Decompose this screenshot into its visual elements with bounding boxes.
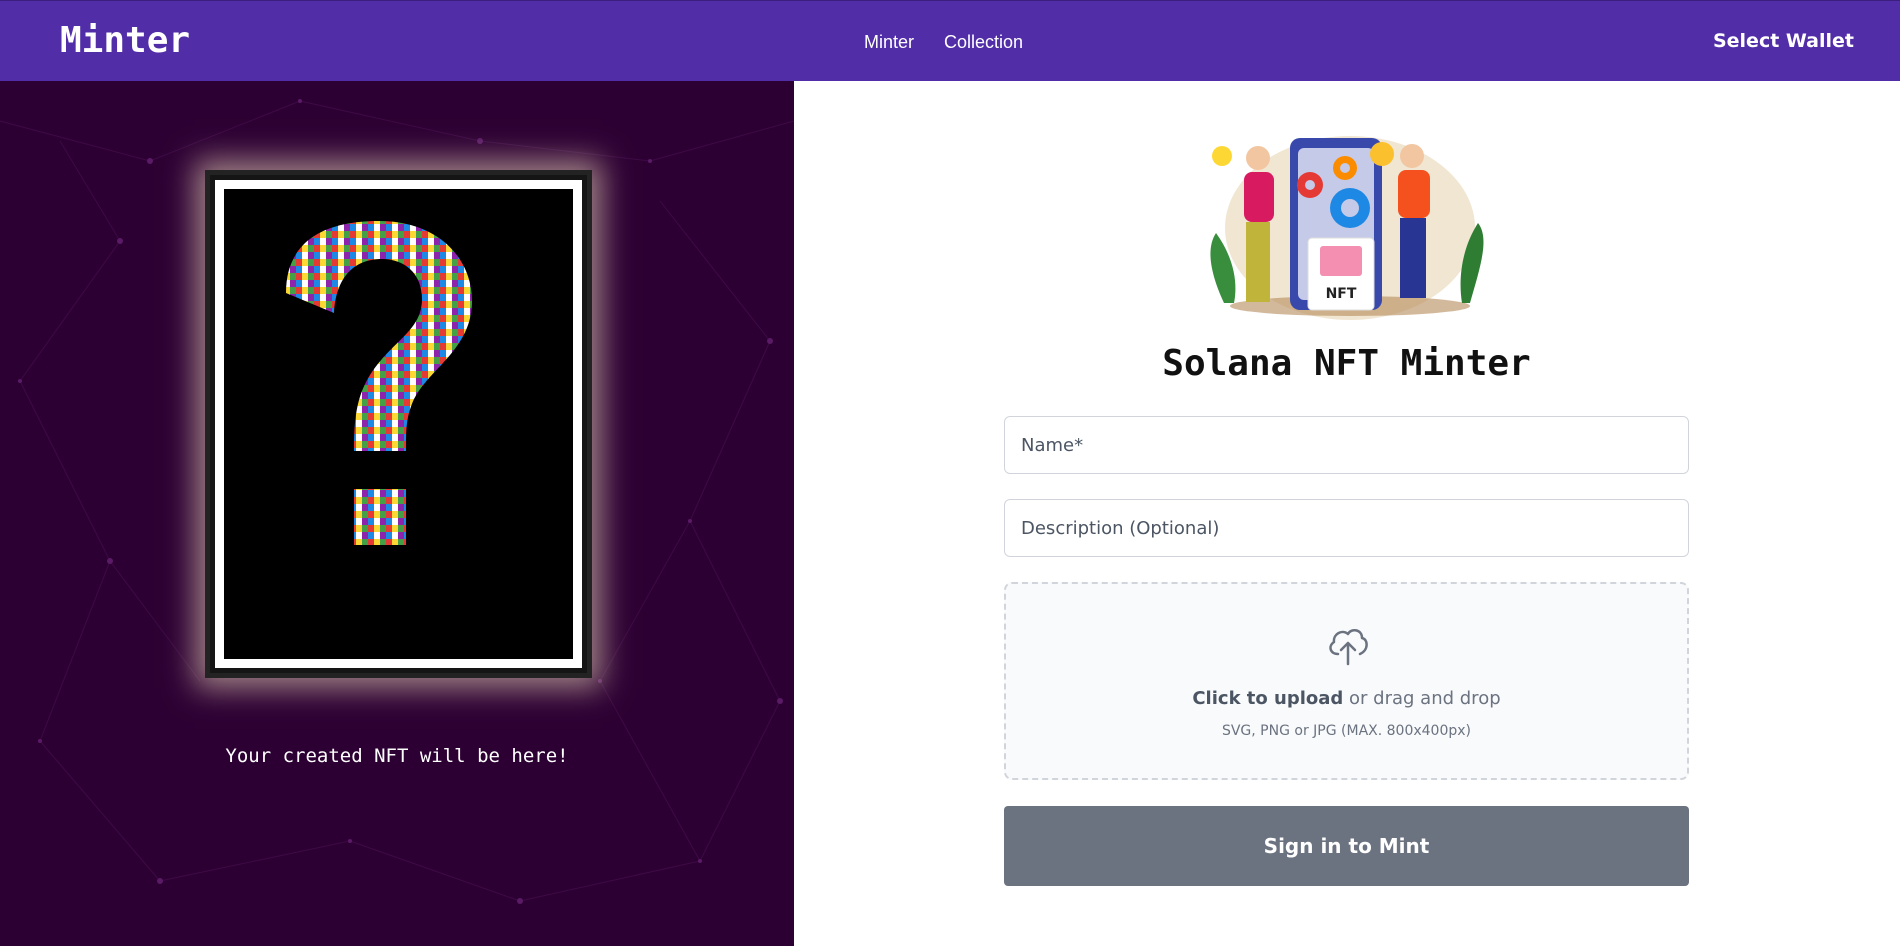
cloud-upload-icon [1329, 629, 1368, 666]
nav-link-minter[interactable]: Minter [864, 32, 914, 53]
illustration-badge: NFT [1326, 286, 1357, 302]
nft-placeholder-caption: Your created NFT will be here! [225, 745, 569, 767]
nft-placeholder-image [224, 189, 573, 659]
top-navbar: Minter Minter Collection Select Wallet [0, 0, 1900, 81]
question-mark-icon [286, 221, 472, 545]
file-dropzone[interactable]: Click to upload or drag and drop SVG, PN… [1004, 582, 1689, 780]
upload-instructions: Click to upload or drag and drop [1006, 688, 1687, 709]
brand-logo[interactable]: Minter [60, 20, 190, 61]
nav-link-collection[interactable]: Collection [944, 32, 1023, 53]
nft-illustration: NFT [1200, 128, 1492, 323]
description-input[interactable] [1004, 499, 1689, 557]
select-wallet-button[interactable]: Select Wallet [1707, 29, 1860, 53]
sign-in-to-mint-button[interactable]: Sign in to Mint [1004, 806, 1689, 886]
name-input[interactable] [1004, 416, 1689, 474]
upload-cta[interactable]: Click to upload [1192, 688, 1343, 709]
main-nav: Minter Collection [864, 32, 1023, 53]
upload-hint: SVG, PNG or JPG (MAX. 800x400px) [1221, 723, 1472, 739]
page-title: Solana NFT Minter [1162, 343, 1531, 384]
upload-rest: or drag and drop [1343, 688, 1501, 709]
